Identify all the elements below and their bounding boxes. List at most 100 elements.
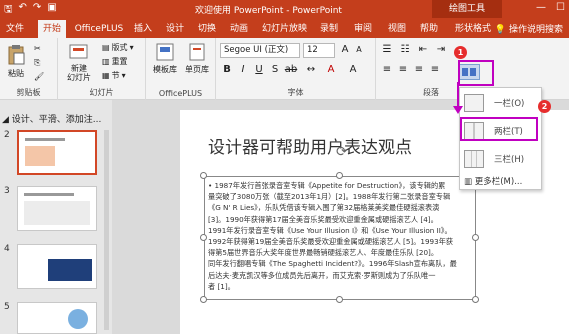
numbering-icon[interactable]: ☷ — [398, 44, 412, 55]
title-bar: 🖫 ↶ ↷ ▣ 欢迎使用 PowerPoint - PowerPoint 绘图工… — [0, 0, 569, 18]
font-family-select[interactable]: Segoe UI (正文) — [220, 43, 300, 58]
officeplus-label: OfficePLUS — [158, 89, 203, 98]
help-search[interactable]: 💡 操作说明搜索 — [495, 22, 563, 35]
increase-font-icon[interactable]: A — [338, 44, 352, 55]
chevron-down-icon[interactable]: ◢ — [2, 115, 9, 125]
strikethrough-icon[interactable]: ab — [284, 64, 298, 75]
resize-handle[interactable] — [336, 172, 343, 179]
tab-review[interactable]: 审阅 — [352, 20, 374, 38]
slide-title[interactable]: 设计器可帮助用户表达观点 — [208, 133, 412, 158]
ribbon-tabs: 文件 开始 OfficePLUS 插入 设计 切换 动画 幻灯片放映 录制 审阅… — [0, 18, 569, 38]
format-painter-icon[interactable]: 🖌 — [34, 72, 44, 81]
tab-design[interactable]: 设计 — [164, 20, 186, 38]
tab-slideshow[interactable]: 幻灯片放映 — [262, 20, 307, 38]
outline-section[interactable]: ◢ 设计、平滑、添加注... — [2, 112, 101, 125]
copy-icon[interactable]: ⎘ — [34, 58, 40, 68]
new-slide-button[interactable]: 新建 幻灯片 — [64, 42, 94, 82]
single-page-icon — [189, 43, 205, 61]
step-marker-2: 2 — [538, 100, 551, 113]
quick-access-toolbar: 🖫 ↶ ↷ ▣ — [4, 2, 57, 19]
section-icon: ▦ — [102, 71, 110, 80]
two-columns-highlight — [460, 117, 538, 141]
paste-icon — [8, 45, 25, 65]
italic-icon[interactable]: I — [236, 64, 250, 75]
outdent-icon[interactable]: ⇥ — [434, 44, 448, 55]
align-left-icon[interactable]: ≡ — [380, 64, 394, 75]
tab-insert[interactable]: 插入 — [132, 20, 154, 38]
indent-icon[interactable]: ⇤ — [416, 44, 430, 55]
undo-icon[interactable]: ↶ — [19, 2, 27, 19]
spacing-icon[interactable]: ↔ — [304, 64, 318, 75]
align-center-icon[interactable]: ≡ — [396, 64, 410, 75]
tab-animations[interactable]: 动画 — [228, 20, 250, 38]
tab-file[interactable]: 文件 — [4, 20, 26, 38]
slide-thumbnail[interactable] — [17, 186, 97, 231]
maximize-button[interactable]: ☐ — [556, 2, 565, 13]
resize-handle[interactable] — [200, 172, 207, 179]
reset-icon: ▥ — [102, 57, 110, 66]
layout-icon: ▤ — [102, 43, 110, 52]
template-icon — [156, 43, 174, 61]
slide-thumbnail[interactable] — [17, 302, 97, 334]
resize-handle[interactable] — [472, 234, 479, 241]
slide-thumbnail[interactable] — [17, 130, 97, 175]
tab-home[interactable]: 开始 — [38, 20, 66, 38]
resize-handle[interactable] — [336, 296, 343, 303]
slide-textbox[interactable]: • 1987年发行首张录音室专辑《Appetite for Destructio… — [204, 176, 476, 300]
resize-handle[interactable] — [200, 234, 207, 241]
slide-number: 2 — [4, 130, 10, 140]
pointer-arrow-icon — [453, 82, 463, 114]
template-library-button[interactable]: 模板库 — [150, 42, 180, 75]
cut-icon[interactable]: ✂ — [34, 44, 41, 53]
shadow-icon[interactable]: S — [268, 64, 282, 75]
clipboard-group: 粘贴 ✂ ⎘ 🖌 剪贴板 — [0, 38, 58, 100]
more-columns-option[interactable]: ▥ 更多栏(M)... — [464, 175, 522, 187]
justify-icon[interactable]: ≡ — [428, 64, 442, 75]
three-columns-icon — [464, 150, 484, 168]
one-column-option[interactable]: 一栏(O) — [462, 92, 540, 114]
context-tab-header: 绘图工具 — [432, 0, 502, 18]
layout-button[interactable]: ▤ 版式 ▾ — [102, 42, 134, 53]
window-title: 欢迎使用 PowerPoint - PowerPoint — [195, 6, 342, 16]
step-marker-1: 1 — [454, 46, 467, 59]
reset-button[interactable]: ▥ 重置 — [102, 56, 128, 67]
tab-view[interactable]: 视图 — [386, 20, 408, 38]
tab-help[interactable]: 帮助 — [418, 20, 440, 38]
decrease-font-icon[interactable]: A — [352, 45, 366, 54]
slide-number: 5 — [4, 302, 10, 312]
clipboard-label: 剪贴板 — [16, 88, 41, 97]
font-label: 字体 — [287, 88, 304, 97]
clear-format-icon[interactable]: A — [346, 64, 360, 75]
single-page-library-button[interactable]: 单页库 — [182, 42, 212, 75]
slides-group: 新建 幻灯片 ▤ 版式 ▾ ▥ 重置 ▦ 节 ▾ 幻灯片 — [58, 38, 146, 100]
thumbnail-scrollbar[interactable] — [104, 130, 109, 330]
save-icon[interactable]: 🖫 — [4, 2, 13, 19]
section-button[interactable]: ▦ 节 ▾ — [102, 70, 126, 81]
slide-number: 3 — [4, 186, 10, 196]
slide-number: 4 — [4, 244, 10, 254]
present-icon[interactable]: ▣ — [47, 2, 56, 19]
three-columns-option[interactable]: 三栏(H) — [462, 148, 540, 170]
bold-icon[interactable]: B — [220, 64, 234, 75]
tab-transitions[interactable]: 切换 — [196, 20, 218, 38]
tab-record[interactable]: 录制 — [318, 20, 340, 38]
bullets-icon[interactable]: ☰ — [380, 44, 394, 55]
align-right-icon[interactable]: ≡ — [412, 64, 426, 75]
font-group: Segoe UI (正文) 12 A A B I U S ab ↔ A A 字体 — [216, 38, 376, 100]
new-slide-icon — [69, 44, 88, 59]
font-size-select[interactable]: 12 — [303, 43, 335, 58]
slides-label: 幻灯片 — [89, 88, 114, 97]
textbox-body: • 1987年发行首张录音室专辑《Appetite for Destructio… — [208, 181, 457, 291]
rotate-handle-icon[interactable]: ⟳ — [336, 144, 348, 160]
tab-shape-format[interactable]: 形状格式 — [451, 20, 495, 38]
slide-thumbnail[interactable] — [17, 244, 97, 289]
resize-handle[interactable] — [200, 296, 207, 303]
minimize-button[interactable]: — — [536, 2, 546, 13]
font-color-icon[interactable]: A — [324, 64, 338, 75]
underline-icon[interactable]: U — [252, 64, 266, 75]
redo-icon[interactable]: ↷ — [33, 2, 41, 19]
columns-more-icon: ▥ — [464, 177, 473, 187]
resize-handle[interactable] — [472, 296, 479, 303]
tab-officeplus[interactable]: OfficePLUS — [74, 20, 124, 38]
paste-button[interactable]: 粘贴 — [4, 44, 28, 79]
